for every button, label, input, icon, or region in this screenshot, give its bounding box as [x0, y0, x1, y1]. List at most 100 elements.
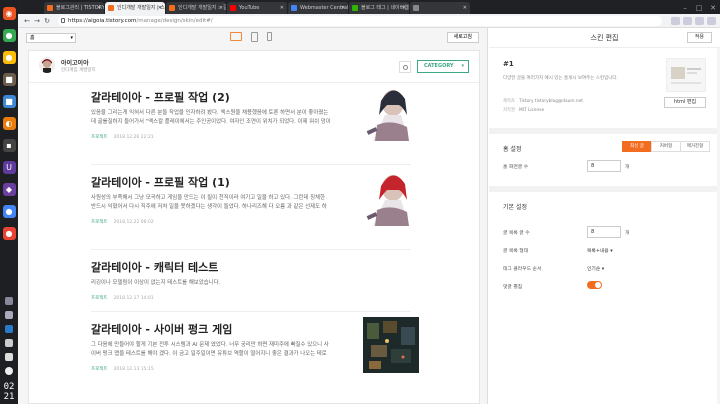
html-edit-button[interactable]: html 편집 [664, 97, 706, 108]
setting-label: 글 목록 형태 [503, 249, 529, 254]
blog-name[interactable]: 아이고이아 [61, 58, 89, 67]
home-layout-option[interactable]: 커버형 [651, 141, 681, 152]
star-icon[interactable] [671, 16, 680, 25]
terminal-icon[interactable]: ▪ [2, 139, 16, 152]
browser-tab[interactable]: 블로그 태그 | 네이버웹마스터 도구✕ [349, 2, 409, 14]
forward-icon[interactable]: → [32, 17, 42, 25]
setting-dropdown[interactable]: 인기순 ▾ [587, 265, 604, 272]
browser-tab[interactable]: 인디개발 개발일지 :: 갈라티✕ [166, 2, 226, 14]
license-value: MIT License [519, 108, 545, 113]
post-thumbnail[interactable] [363, 317, 419, 373]
chrome-icon[interactable]: ● [2, 29, 16, 42]
extension-icon[interactable] [683, 16, 692, 25]
url-path: /manage/design/skin/edit#/ [136, 17, 213, 24]
post-title[interactable]: 갈라테이아 - 캐릭터 테스트 [91, 259, 411, 275]
home-layout-option[interactable]: 최신 글 [622, 141, 652, 152]
tab-close-icon[interactable]: ✕ [158, 2, 162, 14]
favicon-icon [108, 5, 114, 11]
files-icon[interactable]: ■ [2, 73, 16, 86]
basic-settings: 기본 설정 글 목록 글 수 8개글 목록 형태 목록+내용 ▾ 태그 클라우드 순서… [489, 192, 720, 312]
intel-icon[interactable] [5, 325, 13, 333]
back-icon[interactable]: ← [22, 17, 32, 25]
address-bar[interactable]: https://aigoia.tistory.com/manage/design… [58, 15, 662, 26]
reload-icon[interactable]: ↻ [42, 17, 52, 25]
blender-icon[interactable]: ◐ [2, 117, 16, 130]
post-date: 2018.12.17 14:01 [113, 296, 154, 301]
setting-row: 글 목록 글 수 8개 [503, 226, 713, 238]
setting-number-input[interactable]: 8 [587, 160, 621, 172]
volume-icon[interactable] [5, 353, 13, 361]
maker-value: Tistory tistoryblog@daum.net [519, 99, 583, 104]
category-dropdown[interactable]: CATEGORY [417, 60, 469, 73]
menu-icon[interactable] [707, 16, 716, 25]
maker-row: 제작자 Tistory tistoryblog@daum.net [503, 98, 583, 104]
tab-close-icon[interactable]: ✕ [341, 2, 345, 14]
maximize-icon[interactable]: □ [692, 2, 706, 14]
home-layout-option[interactable]: 매거진형 [680, 141, 710, 152]
setting-label: 글 목록 글 수 [503, 231, 530, 236]
avatar[interactable] [39, 57, 55, 73]
page-select[interactable]: 홈 [26, 33, 76, 43]
os-dock: ◉ ● ● ■ ■ ◐ ▪ U ◆ ● ● 02 21 [0, 0, 18, 404]
chrome-icon[interactable]: ● [2, 51, 16, 64]
vscode-icon[interactable]: ◆ [2, 183, 16, 196]
mobile-icon[interactable] [267, 32, 272, 41]
home-settings: 홈 설정 최신 글 커버형 매거진형 홈 화면글 수 8개 [489, 134, 720, 186]
post-thumbnail[interactable] [363, 85, 419, 141]
tab-close-icon[interactable]: ✕ [97, 2, 101, 14]
tab-close-icon[interactable]: ✕ [280, 2, 284, 14]
chrome-icon[interactable]: ● [2, 205, 16, 218]
browser-tab[interactable]: 인디개발 개발일지 | 스킨편집✕ [105, 2, 165, 14]
ubuntu-icon[interactable]: ◉ [2, 7, 16, 20]
search-button[interactable] [399, 61, 411, 73]
setting-number-input[interactable]: 8 [587, 226, 621, 238]
post-divider [91, 311, 411, 312]
post-category[interactable]: 프로젝트 [91, 296, 108, 301]
folder-icon[interactable]: ■ [2, 95, 16, 108]
refresh-button[interactable]: 새로고침 [446, 32, 479, 43]
browser-toolbar: ← → ↻ https://aigoia.tistory.com/manage/… [18, 14, 720, 28]
close-icon[interactable]: ✕ [706, 2, 720, 14]
post-excerpt: 그 다음에 만들어야 할게 기본 전투 시스템과 AI 문제 였었다. 너무 궁… [91, 342, 329, 357]
minimize-icon[interactable]: – [678, 2, 692, 14]
settings-icon[interactable] [5, 367, 13, 375]
browser-window: 블로그관리 | TISTORY✕인디개발 개발일지 | 스킨편집✕인디개발 개발… [18, 0, 720, 404]
license-label: 저작권 [503, 108, 515, 113]
tab-close-icon[interactable]: ✕ [463, 2, 467, 14]
skin-name: #1 [503, 60, 514, 68]
tab-close-icon[interactable]: ✕ [402, 2, 406, 14]
browser-tab[interactable]: ✕ [410, 2, 470, 14]
profile-icon[interactable] [695, 16, 704, 25]
setting-toggle[interactable] [587, 281, 602, 289]
panel-header: 스킨 편집 적용 [489, 28, 720, 48]
browser-tab[interactable]: Webmaster Central ✕ [288, 2, 348, 14]
apply-button[interactable]: 적용 [686, 32, 712, 43]
skin-info: #1 다양한 글을 여러가지 예시 있는 홈게시 보여주는 스킨입니다. 제작자… [489, 48, 720, 134]
post-category[interactable]: 프로젝트 [91, 220, 108, 225]
desktop-icon[interactable] [230, 32, 242, 41]
post-excerpt: 있음을 그리는게 익혀서 다른 분들 작업을 인자하려 봤다. 엑스원을 채용했… [91, 110, 331, 125]
bluetooth-icon[interactable] [5, 297, 13, 305]
post-excerpt: 사원성의 부족해서 그냥 모곡하고 게임을 만드는 이 필이 천직이라 여기고 … [91, 195, 327, 210]
blog-page: 아이고이아 인디게임 개발일지 CATEGORY 갈라테이아 - 프로필 작업 … [28, 50, 480, 404]
skin-edit-panel: 스킨 편집 적용 #1 다양한 글을 여러가지 예시 있는 홈게시 보여주는 스… [489, 28, 720, 404]
tablet-icon[interactable] [251, 32, 258, 42]
post-thumbnail[interactable] [363, 170, 419, 226]
clock-hour: 02 [3, 382, 15, 392]
tab-close-icon[interactable]: ✕ [219, 2, 223, 14]
shield-icon[interactable] [5, 311, 13, 319]
browser-tab[interactable]: 블로그관리 | TISTORY ✕ [44, 2, 104, 14]
panel-title: 스킨 편집 [590, 33, 619, 42]
post-category[interactable]: 프로젝트 [91, 367, 108, 372]
chrome-icon[interactable]: ● [2, 227, 16, 240]
setting-dropdown[interactable]: 목록+내용 ▾ [587, 247, 613, 254]
post-category[interactable]: 프로젝트 [91, 135, 108, 140]
browser-tab[interactable]: YouTube ✕ [227, 2, 287, 14]
post-item[interactable]: 갈라테이아 - 캐릭터 테스트 리깅이나 모델링이 이상이 없는지 테스트를 해보… [91, 259, 411, 301]
system-clock[interactable]: 02 21 [4, 382, 15, 402]
unity-icon[interactable]: U [2, 161, 16, 174]
network-icon[interactable] [5, 339, 13, 347]
setting-row: 글 목록 형태 목록+내용 ▾ [503, 244, 713, 256]
post-date: 2018.12.13 15:15 [113, 367, 154, 372]
setting-label: 댓글 펼침 [503, 285, 523, 290]
